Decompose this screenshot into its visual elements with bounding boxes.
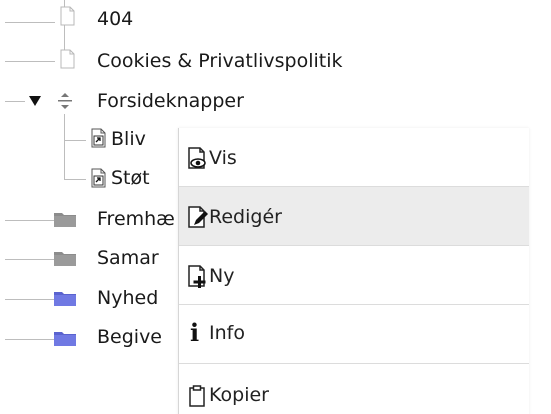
edit-page-icon [188, 206, 208, 228]
context-menu-label: Ny [209, 265, 235, 287]
sort-handle-icon [58, 93, 72, 109]
context-menu-item-rediger[interactable]: Redigér [179, 187, 529, 245]
context-menu-label: Info [209, 322, 245, 344]
tree-item-label[interactable]: Forsideknapper [97, 90, 244, 112]
context-menu-label: Vis [209, 147, 237, 169]
tree-branch-line [5, 61, 55, 62]
tree-item-label[interactable]: Bliv [111, 128, 146, 150]
tree-branch-line [5, 299, 55, 300]
tree-branch-line [5, 101, 25, 102]
expand-triangle-icon[interactable] [28, 94, 42, 108]
folder-gray-icon [54, 252, 76, 266]
page-shortcut-icon [91, 128, 106, 148]
view-page-icon [188, 147, 206, 169]
tree-branch-line [5, 339, 55, 340]
folder-gray-icon [54, 213, 76, 227]
tree-guide-line [64, 114, 65, 180]
context-menu-label: Redigér [209, 206, 282, 228]
clipboard-icon [189, 385, 205, 407]
context-menu-item-kopier[interactable]: Kopier [179, 364, 529, 414]
tree-branch-line [5, 259, 55, 260]
top-edge [0, 0, 551, 12]
new-page-icon [188, 265, 206, 288]
page-icon [60, 49, 75, 69]
context-menu-item-ny[interactable]: Ny [179, 246, 529, 304]
tree-branch-line [64, 179, 86, 180]
context-menu-item-info[interactable]: i Info [179, 305, 529, 363]
context-menu-label: Kopier [209, 384, 269, 406]
page-tree-panel: 404 Cookies & Privatlivspolitik Forsidek… [0, 0, 551, 414]
page-icon [60, 6, 75, 26]
tree-branch-line [5, 220, 55, 221]
info-icon: i [190, 318, 200, 347]
folder-blue-icon [54, 292, 76, 306]
tree-item-label[interactable]: Begive [97, 326, 162, 348]
folder-blue-icon [54, 332, 76, 346]
context-menu-item-vis[interactable]: Vis [179, 128, 529, 186]
context-menu: Vis Redigér Ny i Info Kopier [178, 128, 529, 414]
tree-item-label[interactable]: 404 [97, 8, 133, 30]
tree-item-label[interactable]: Støt [111, 167, 150, 189]
tree-item-label[interactable]: Samar [97, 247, 159, 269]
tree-item-label[interactable]: Cookies & Privatlivspolitik [97, 50, 343, 72]
tree-branch-line [5, 22, 55, 23]
tree-branch-line [64, 140, 86, 141]
tree-item-label[interactable]: Fremhæ [97, 208, 175, 230]
tree-item-label[interactable]: Nyhed [97, 287, 158, 309]
page-shortcut-icon [91, 168, 106, 188]
